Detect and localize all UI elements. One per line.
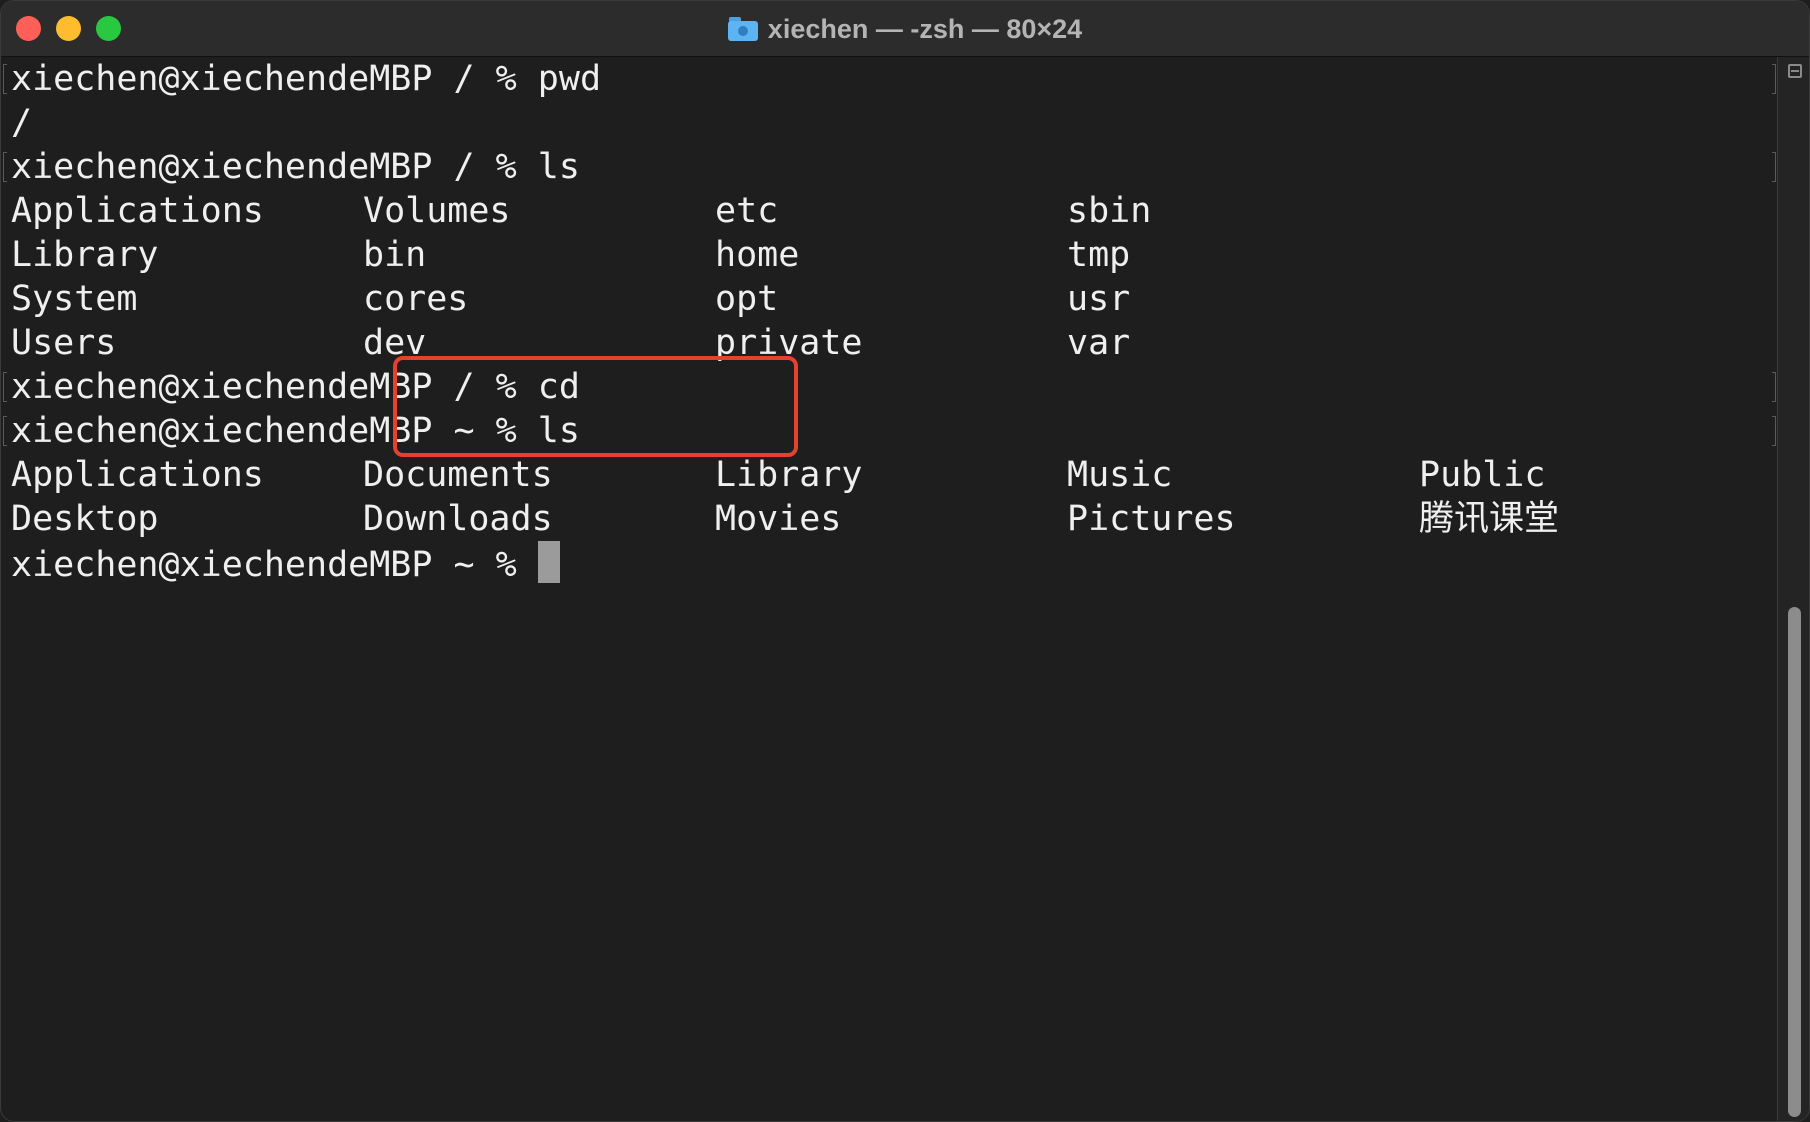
listing-entry: Pictures	[1067, 499, 1236, 539]
current-prompt: xiechen@xiechendeMBP ~ %	[11, 545, 538, 585]
listing-entry: Public	[1419, 455, 1546, 495]
listing-entry: Music	[1067, 455, 1173, 495]
annotation-highlight-box	[393, 356, 798, 457]
command-line: xiechen@xiechendeMBP / % pwd	[11, 59, 602, 99]
listing-entry: Downloads	[363, 499, 553, 539]
listing-entry: Documents	[363, 455, 553, 495]
line-mark-right	[1772, 152, 1776, 182]
vertical-scrollbar[interactable]	[1777, 57, 1809, 1121]
line-mark-left	[3, 372, 7, 402]
text-cursor	[537, 541, 560, 583]
listing-entry: Library	[11, 235, 159, 275]
current-prompt-line[interactable]: xiechen@xiechendeMBP ~ %	[11, 541, 560, 585]
listing-entry: usr	[1067, 279, 1131, 319]
window-title: xiechen — -zsh — 80×24	[1, 1, 1809, 57]
line-mark-right	[1772, 372, 1776, 402]
listing-entry: Movies	[715, 499, 842, 539]
listing-entry: Volumes	[363, 191, 511, 231]
line-mark-left	[3, 64, 7, 94]
listing-entry: tmp	[1067, 235, 1131, 275]
line-mark-left	[3, 416, 7, 446]
output-line: /	[11, 103, 33, 143]
line-mark-right	[1772, 416, 1776, 446]
listing-entry: opt	[715, 279, 779, 319]
listing-entry: Desktop	[11, 499, 159, 539]
listing-entry: var	[1067, 323, 1131, 363]
terminal-content[interactable]: xiechen@xiechendeMBP / % pwd / xiechen@x…	[1, 57, 1776, 1121]
listing-entry: System	[11, 279, 138, 319]
scrollbar-thumb[interactable]	[1788, 607, 1801, 1117]
split-pane-icon[interactable]	[1788, 64, 1802, 78]
listing-entry: home	[715, 235, 800, 275]
listing-entry: etc	[715, 191, 779, 231]
listing-entry: 腾讯课堂	[1419, 499, 1560, 539]
listing-entry: Applications	[11, 191, 264, 231]
listing-entry: cores	[363, 279, 469, 319]
listing-entry: Users	[11, 323, 117, 363]
listing-entry: bin	[363, 235, 427, 275]
line-mark-right	[1772, 64, 1776, 94]
terminal-window: xiechen — -zsh — 80×24 xiechen@xiechende…	[0, 0, 1810, 1122]
title-bar[interactable]: xiechen — -zsh — 80×24	[1, 1, 1809, 57]
listing-entry: Applications	[11, 455, 264, 495]
command-line: xiechen@xiechendeMBP / % ls	[11, 147, 580, 187]
window-title-text: xiechen — -zsh — 80×24	[767, 13, 1083, 44]
line-mark-left	[3, 152, 7, 182]
listing-entry: sbin	[1067, 191, 1152, 231]
folder-icon	[727, 17, 758, 41]
listing-entry: Library	[715, 455, 863, 495]
